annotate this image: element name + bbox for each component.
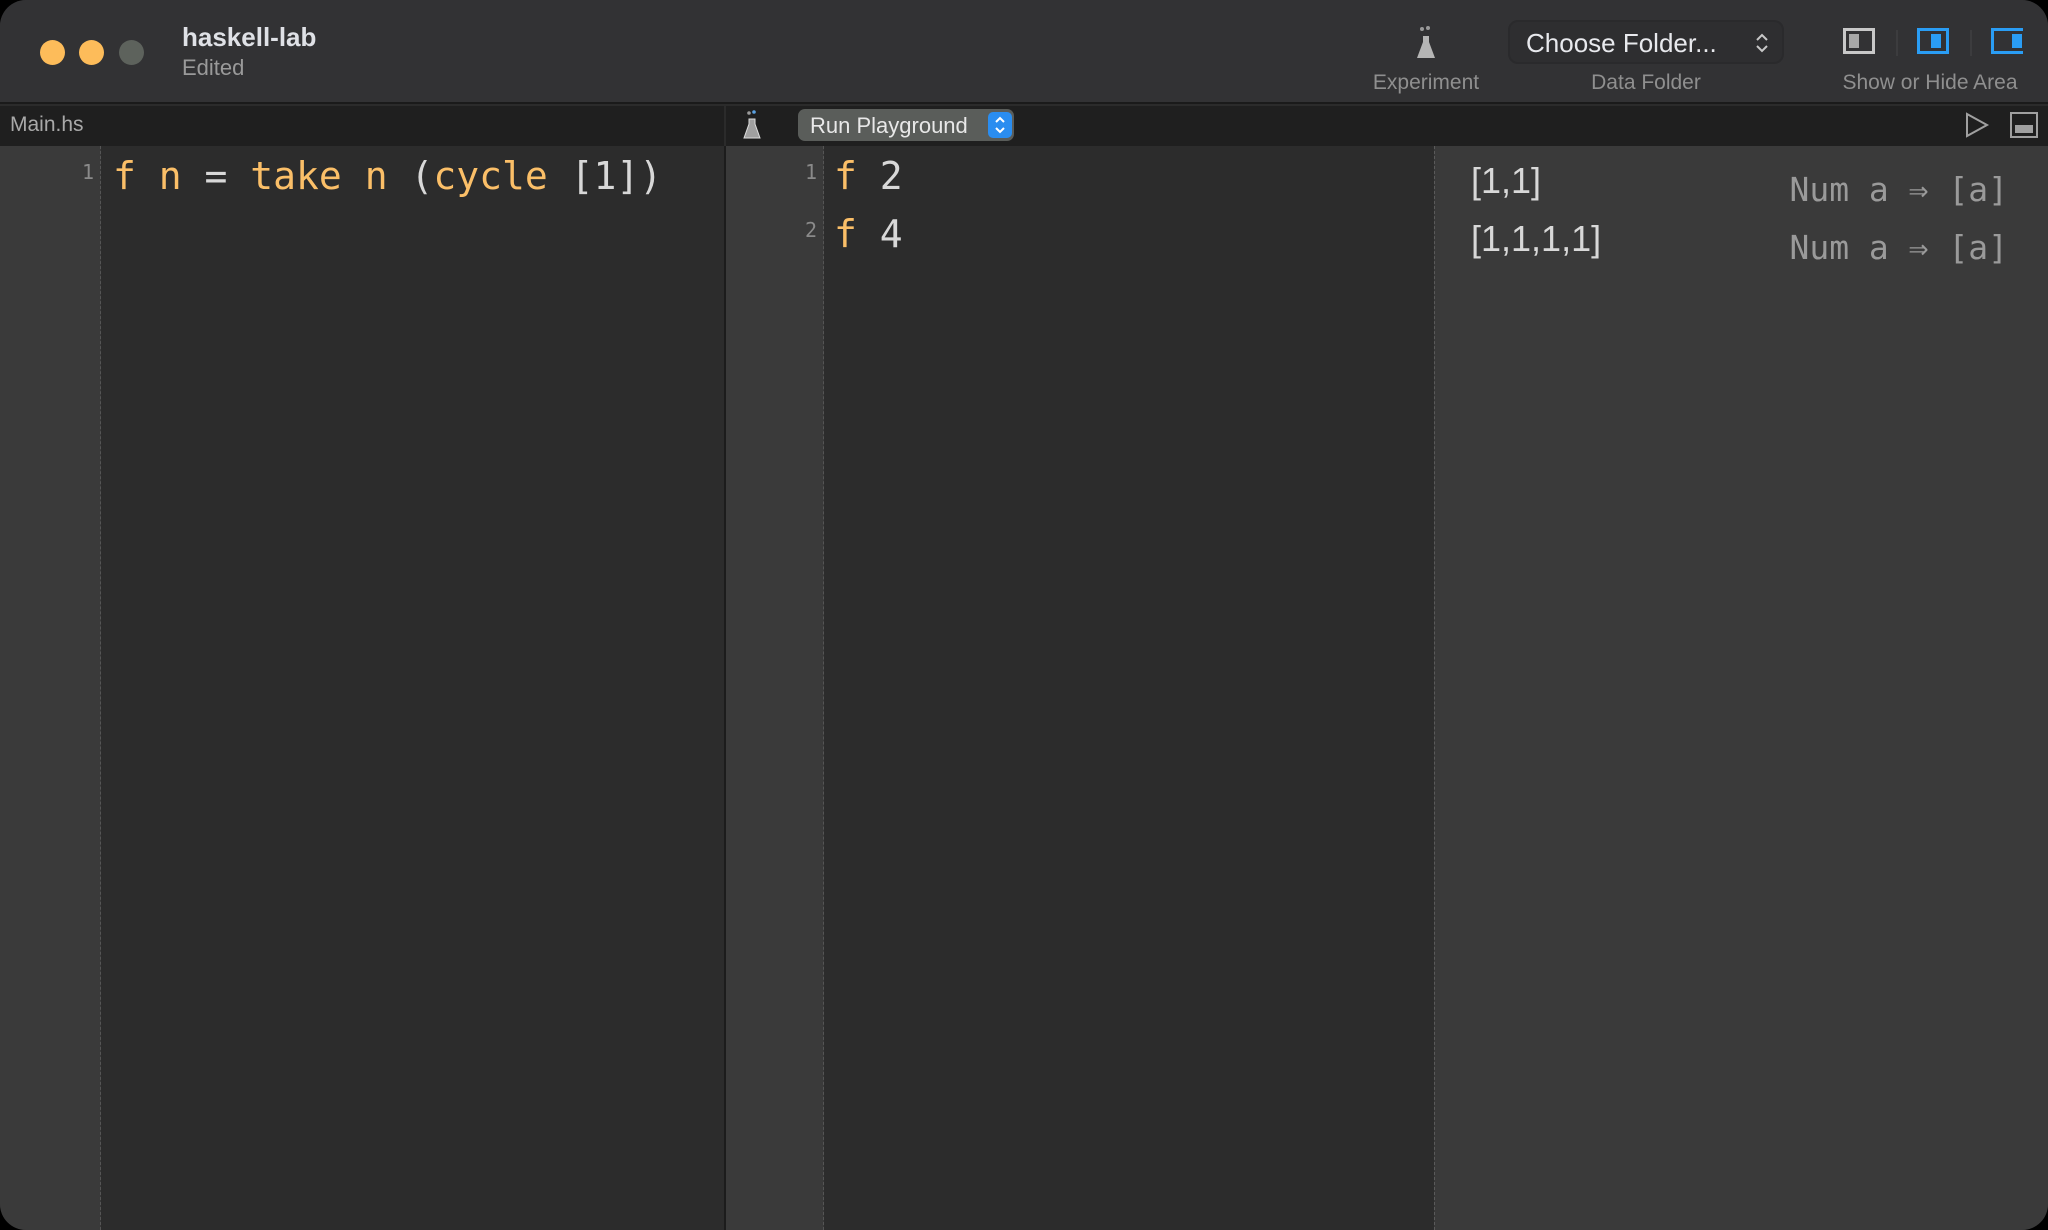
bottom-panel-icon: [2015, 125, 2033, 133]
playground-editor-pane: 1 2 f 2 f 4: [726, 146, 1434, 1230]
token: f: [834, 212, 857, 256]
token: f: [834, 154, 857, 198]
zoom-button[interactable]: [119, 40, 144, 65]
token: 2: [856, 154, 903, 198]
line-number: 2: [804, 218, 817, 242]
code-editor[interactable]: f n = take n (cycle [1]): [101, 146, 724, 1230]
token: 4: [856, 212, 903, 256]
source-editor-pane: 1 f n = take n (cycle [1]): [0, 146, 724, 1230]
file-tab-bar: Main.hs: [0, 106, 724, 146]
data-folder-select[interactable]: Choose Folder...: [1508, 20, 1784, 64]
result-value: [1,1]: [1471, 160, 1542, 201]
run-mode-select[interactable]: Run Playground: [798, 109, 1014, 141]
result-value: [1,1,1,1]: [1471, 218, 1602, 259]
play-icon[interactable]: [1964, 111, 1990, 139]
flask-icon[interactable]: [742, 110, 762, 140]
code-line: f n = take n (cycle [1]): [113, 154, 662, 198]
chevron-updown-icon: [995, 116, 1005, 134]
show-hide-area-label: Show or Hide Area: [1842, 71, 2018, 94]
token: [1]): [547, 154, 663, 198]
run-mode-stepper[interactable]: [988, 112, 1012, 138]
token: (: [410, 154, 434, 198]
toggle-navigator-button[interactable]: [1843, 28, 1875, 54]
playground-toolbar: Run Playground: [726, 106, 2048, 146]
code-line: f 2: [834, 154, 903, 198]
line-number: 1: [81, 160, 94, 184]
separator: [1970, 30, 1972, 56]
window-subtitle: Edited: [182, 55, 245, 80]
token: cycle: [433, 154, 548, 198]
playground-editor[interactable]: f 2 f 4: [824, 146, 1434, 1230]
close-button[interactable]: [40, 40, 65, 65]
separator: [1896, 30, 1898, 56]
data-folder-value: Choose Folder...: [1526, 28, 1717, 58]
file-tab-main[interactable]: Main.hs: [10, 113, 84, 137]
code-line: f 4: [834, 212, 903, 256]
line-gutter: 1 2: [726, 146, 824, 1230]
token: take n: [227, 154, 411, 198]
line-number: 1: [804, 160, 817, 184]
results-pane: [1,1] Num a ⇒ [a] [1,1,1,1] Num a ⇒ [a]: [1434, 146, 2048, 1230]
token: f: [113, 154, 136, 198]
right-panel-icon: [2012, 34, 2022, 48]
data-folder-label: Data Folder: [1591, 71, 1701, 94]
result-type: Num a ⇒ [a]: [1789, 228, 2008, 267]
toggle-editor-button[interactable]: [1917, 28, 1949, 54]
app-window: haskell-lab Edited Experiment Choose Fol…: [0, 0, 2048, 1230]
titlebar: haskell-lab Edited Experiment Choose Fol…: [0, 0, 2048, 104]
run-mode-value: Run Playground: [810, 113, 968, 138]
left-panel-icon: [1849, 34, 1859, 48]
line-gutter: 1: [0, 146, 101, 1230]
token: =: [204, 154, 228, 198]
window-title: haskell-lab: [182, 22, 317, 52]
result-type: Num a ⇒ [a]: [1789, 170, 2008, 209]
token: n: [135, 154, 205, 198]
toggle-inspector-button[interactable]: [1991, 28, 2023, 54]
minimize-button[interactable]: [79, 40, 104, 65]
experiment-label: Experiment: [1372, 71, 1480, 94]
flask-icon[interactable]: [1414, 26, 1438, 60]
toggle-console-button[interactable]: [2010, 112, 2038, 138]
center-panel-icon: [1931, 34, 1941, 48]
chevron-updown-icon: [1756, 33, 1768, 53]
